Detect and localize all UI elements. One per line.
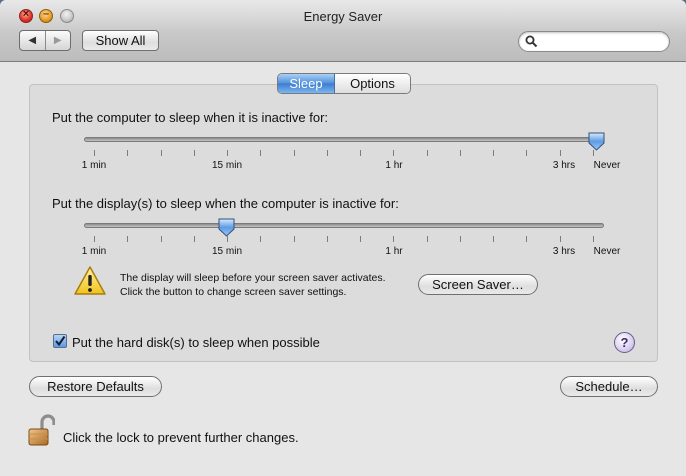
screen-saver-button[interactable]: Screen Saver… bbox=[418, 274, 538, 295]
schedule-button[interactable]: Schedule… bbox=[560, 376, 658, 397]
tab-sleep[interactable]: Sleep bbox=[278, 74, 335, 93]
back-forward-control: ◀ ▶ bbox=[19, 30, 71, 51]
warning-line-1: The display will sleep before your scree… bbox=[120, 272, 386, 284]
slider-tick bbox=[493, 236, 494, 242]
slider-tick bbox=[526, 150, 527, 156]
tick-label-never: Never bbox=[593, 246, 621, 257]
energy-saver-window: × – Energy Saver ◀ ▶ Show All Sleep Opti… bbox=[0, 0, 686, 476]
tab-options[interactable]: Options bbox=[335, 74, 410, 93]
tick-label-3-hrs: 3 hrs bbox=[552, 160, 576, 171]
display-sleep-slider-thumb[interactable] bbox=[218, 218, 235, 237]
slider-tick bbox=[227, 150, 228, 156]
restore-defaults-button[interactable]: Restore Defaults bbox=[29, 376, 162, 397]
title-bar[interactable]: × – Energy Saver ◀ ▶ Show All bbox=[0, 0, 686, 62]
tab-bar: Sleep Options bbox=[277, 73, 411, 94]
window-title: Energy Saver bbox=[303, 9, 383, 24]
computer-sleep-label: Put the computer to sleep when it is ina… bbox=[52, 110, 329, 125]
computer-sleep-slider-thumb[interactable] bbox=[588, 132, 605, 151]
tick-label-never: Never bbox=[593, 160, 621, 171]
forward-arrow-icon: ▶ bbox=[53, 35, 62, 46]
slider-tick bbox=[427, 150, 428, 156]
slider-tick bbox=[460, 236, 461, 242]
help-button[interactable]: ? bbox=[614, 332, 635, 353]
computer-sleep-slider[interactable] bbox=[84, 137, 604, 142]
lock-icon[interactable] bbox=[27, 414, 55, 448]
slider-tick bbox=[560, 150, 561, 156]
lock-message: Click the lock to prevent further change… bbox=[63, 430, 299, 445]
tick-label-15-min: 15 min bbox=[211, 160, 243, 171]
tick-label-1-hr: 1 hr bbox=[385, 160, 403, 171]
slider-tick bbox=[360, 150, 361, 156]
display-sleep-label: Put the display(s) to sleep when the com… bbox=[52, 196, 399, 211]
slider-tick bbox=[427, 236, 428, 242]
slider-tick bbox=[493, 150, 494, 156]
slider-tick bbox=[260, 150, 261, 156]
tick-label-3-hrs: 3 hrs bbox=[552, 246, 576, 257]
tick-label-1-min: 1 min bbox=[81, 246, 107, 257]
display-sleep-ticks bbox=[0, 236, 686, 244]
show-all-button[interactable]: Show All bbox=[82, 30, 159, 51]
search-icon bbox=[525, 35, 538, 48]
back-button[interactable]: ◀ bbox=[20, 31, 45, 50]
display-sleep-slider[interactable] bbox=[84, 223, 604, 228]
slider-tick bbox=[526, 236, 527, 242]
tick-label-15-min: 15 min bbox=[211, 246, 243, 257]
warning-message: The display will sleep before your scree… bbox=[120, 271, 386, 299]
warning-line-2: Click the button to change screen saver … bbox=[120, 286, 347, 298]
slider-tick bbox=[393, 236, 394, 242]
slider-tick bbox=[327, 236, 328, 242]
tick-label-1-min: 1 min bbox=[81, 160, 107, 171]
checkmark-icon bbox=[55, 335, 66, 347]
slider-tick bbox=[260, 236, 261, 242]
slider-tick bbox=[593, 236, 594, 242]
slider-tick bbox=[161, 150, 162, 156]
slider-tick bbox=[327, 150, 328, 156]
slider-tick bbox=[560, 236, 561, 242]
hard-disk-sleep-label[interactable]: Put the hard disk(s) to sleep when possi… bbox=[72, 335, 320, 350]
search-field[interactable] bbox=[518, 31, 670, 52]
tick-label-1-hr: 1 hr bbox=[385, 246, 403, 257]
slider-tick bbox=[393, 150, 394, 156]
slider-tick bbox=[94, 150, 95, 156]
hard-disk-sleep-checkbox[interactable] bbox=[53, 334, 67, 348]
slider-tick bbox=[460, 150, 461, 156]
slider-tick bbox=[94, 236, 95, 242]
slider-tick bbox=[194, 150, 195, 156]
slider-tick bbox=[294, 236, 295, 242]
warning-icon bbox=[74, 266, 106, 295]
slider-tick bbox=[294, 150, 295, 156]
slider-tick bbox=[360, 236, 361, 242]
forward-button[interactable]: ▶ bbox=[44, 31, 71, 50]
search-input[interactable] bbox=[541, 34, 665, 49]
slider-tick bbox=[161, 236, 162, 242]
computer-sleep-ticks bbox=[0, 150, 686, 158]
slider-tick bbox=[127, 150, 128, 156]
slider-tick bbox=[127, 236, 128, 242]
help-icon: ? bbox=[620, 335, 629, 350]
slider-tick bbox=[194, 236, 195, 242]
back-arrow-icon: ◀ bbox=[28, 35, 37, 46]
